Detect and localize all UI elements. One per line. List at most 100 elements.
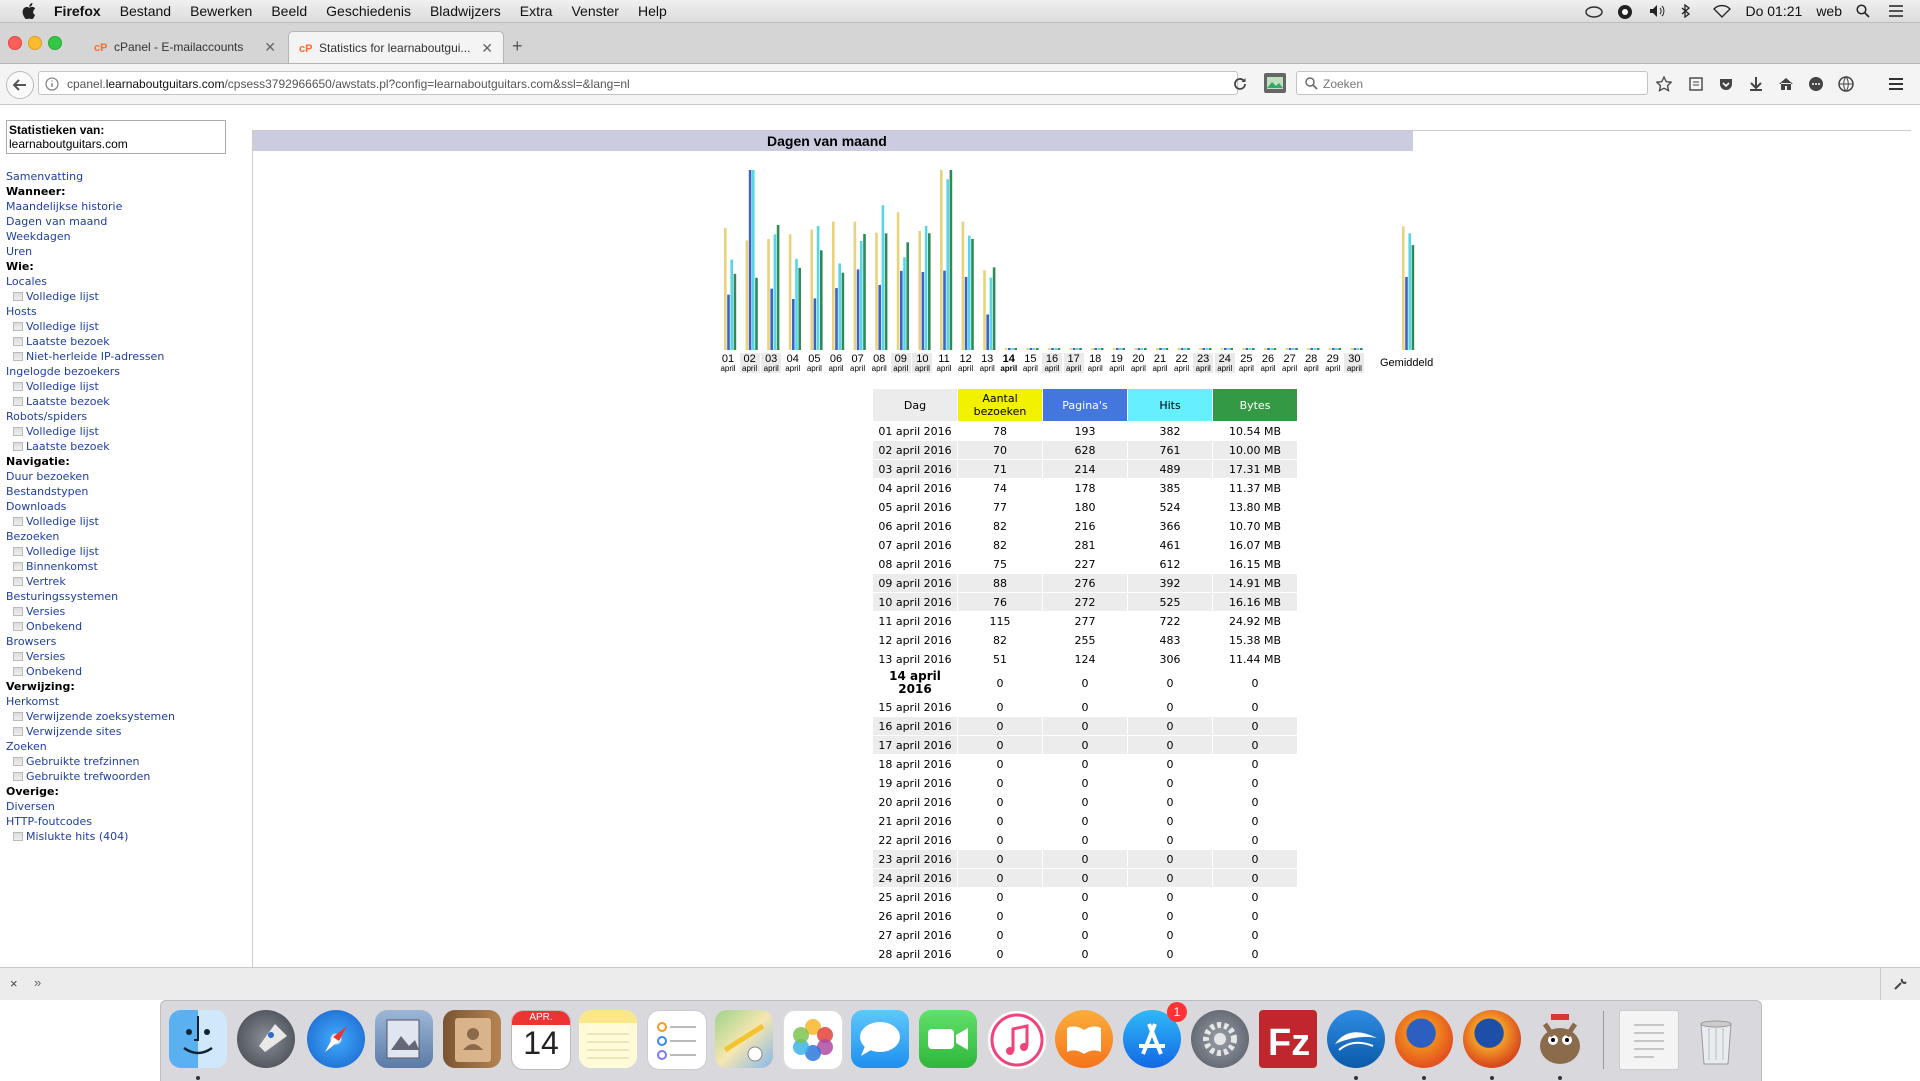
wifi-icon[interactable] [1713,4,1732,18]
filezilla-icon[interactable]: Fz [1259,1010,1317,1068]
sidebar-link[interactable]: Samenvatting [6,170,83,183]
sidebar-link[interactable]: Ingelogde bezoekers [6,365,120,378]
header-dag[interactable]: Dag [873,389,957,421]
sidebar-item[interactable]: Locales [6,274,175,289]
sidebar-link[interactable]: Verwijzende sites [26,725,121,738]
header-aantal-bezoeken[interactable]: Aantal bezoeken [958,389,1042,421]
firefox-icon[interactable] [1395,1010,1453,1068]
wrench-icon[interactable] [1893,977,1907,991]
sidebar-link[interactable]: Bestandstypen [6,485,88,498]
sidebar-item[interactable]: Duur bezoeken [6,469,175,484]
sidebar-link[interactable]: Laatste bezoek [26,440,110,453]
ibooks-icon[interactable] [1055,1010,1113,1068]
tab-cpanel-email[interactable]: cP cPanel - E-mailaccounts ✕ [84,31,286,63]
sidebar-link[interactable]: Uren [6,245,32,258]
menu-firefox[interactable]: Firefox [54,3,101,19]
sidebar-item[interactable]: Dagen van maand [6,214,175,229]
sidebar-link[interactable]: Gebruikte trefzinnen [26,755,140,768]
sidebar-item[interactable]: Bezoeken [6,529,175,544]
downloads-icon[interactable] [1748,76,1764,92]
sidebar-link[interactable]: Volledige lijst [26,320,99,333]
sidebar-item[interactable]: Gebruikte trefzinnen [6,754,175,769]
sidebar-link[interactable]: Binnenkomst [26,560,98,573]
hello-chat-icon[interactable] [1808,76,1824,92]
sidebar-item[interactable]: Onbekend [6,664,175,679]
sidebar-item[interactable]: Laatste bezoek [6,394,175,409]
sidebar-link[interactable]: Volledige lijst [26,545,99,558]
sidebar-item[interactable]: Volledige lijst [6,289,175,304]
sidebar-link[interactable]: Onbekend [26,620,82,633]
tab-close-icon[interactable]: ✕ [481,40,493,57]
sidebar-item[interactable]: Versies [6,604,175,619]
preview-icon[interactable] [375,1010,433,1068]
pocket-icon[interactable] [1718,76,1734,92]
extension-globe-icon[interactable] [1838,76,1854,92]
apple-menu-icon[interactable] [18,0,40,22]
home-icon[interactable] [1778,76,1794,92]
sidebar-link[interactable]: Volledige lijst [26,290,99,303]
site-info-icon[interactable] [45,77,59,91]
menubar-user[interactable]: web [1816,3,1842,19]
sidebar-item[interactable]: Besturingssystemen [6,589,175,604]
header-paginas[interactable]: Pagina's [1043,389,1127,421]
firefox-dev-icon[interactable] [1463,1010,1521,1068]
hamburger-menu-icon[interactable] [1888,76,1904,92]
sidebar-link[interactable]: Maandelijkse historie [6,200,122,213]
sidebar-link[interactable]: Dagen van maand [6,215,107,228]
header-hits[interactable]: Hits [1128,389,1212,421]
sidebar-link[interactable]: Bezoeken [6,530,59,543]
menu-help[interactable]: Help [638,3,667,19]
sidebar-link[interactable]: Laatste bezoek [26,335,110,348]
menu-extra[interactable]: Extra [520,3,553,19]
sidebar-item[interactable]: Weekdagen [6,229,175,244]
sidebar-link[interactable]: Volledige lijst [26,515,99,528]
sidebar-link[interactable]: Hosts [6,305,37,318]
sidebar-item[interactable]: HTTP-foutcodes [6,814,175,829]
gimp-icon[interactable] [1531,1010,1589,1068]
reload-icon[interactable] [1232,76,1248,92]
maps-icon[interactable] [715,1010,773,1068]
sidebar-link[interactable]: Browsers [6,635,56,648]
sidebar-link[interactable]: Laatste bezoek [26,395,110,408]
sidebar-item[interactable]: Volledige lijst [6,424,175,439]
sync-globe-icon[interactable] [1617,4,1635,19]
sidebar-item[interactable]: Hosts [6,304,175,319]
menubar-clock[interactable]: Do 01:21 [1745,3,1802,19]
sidebar-item[interactable]: Versies [6,649,175,664]
facetime-icon[interactable] [919,1010,977,1068]
sidebar-item[interactable]: Niet-herleide IP-adressen [6,349,175,364]
sidebar-item[interactable]: Verwijzende sites [6,724,175,739]
notification-center-icon[interactable] [1888,4,1906,18]
itunes-icon[interactable] [987,1010,1047,1070]
sidebar-item[interactable]: Diversen [6,799,175,814]
sidebar-link[interactable]: Zoeken [6,740,47,753]
sidebar-link[interactable]: HTTP-foutcodes [6,815,92,828]
creative-cloud-icon[interactable] [1585,4,1604,18]
messages-icon[interactable] [851,1010,909,1068]
sidebar-link[interactable]: Herkomst [6,695,59,708]
openoffice-icon[interactable] [1327,1010,1385,1068]
sidebar-item[interactable]: Vertrek [6,574,175,589]
bookmark-star-icon[interactable] [1656,76,1672,92]
system-preferences-icon[interactable] [1191,1010,1249,1068]
contacts-icon[interactable] [443,1010,501,1068]
finder-icon[interactable] [169,1010,227,1068]
sidebar-item[interactable]: Samenvatting [6,169,175,184]
sidebar-link[interactable]: Volledige lijst [26,380,99,393]
sidebar-item[interactable]: Binnenkomst [6,559,175,574]
sidebar-link[interactable]: Vertrek [26,575,66,588]
sidebar-item[interactable]: Bestandstypen [6,484,175,499]
sidebar-link[interactable]: Versies [26,605,65,618]
spotlight-search-icon[interactable] [1856,4,1874,18]
trash-icon[interactable] [1687,1010,1745,1068]
menu-venster[interactable]: Venster [571,3,618,19]
sidebar-item[interactable]: Gebruikte trefwoorden [6,769,175,784]
launchpad-icon[interactable] [237,1010,295,1068]
sidebar-link[interactable]: Downloads [6,500,66,513]
close-window-icon[interactable] [8,36,22,50]
sidebar-link[interactable]: Gebruikte trefwoorden [26,770,150,783]
sidebar-item[interactable]: Downloads [6,499,175,514]
sidebar-link[interactable]: Besturingssystemen [6,590,118,603]
sidebar-item[interactable]: Mislukte hits (404) [6,829,175,844]
sidebar-link[interactable]: Duur bezoeken [6,470,89,483]
